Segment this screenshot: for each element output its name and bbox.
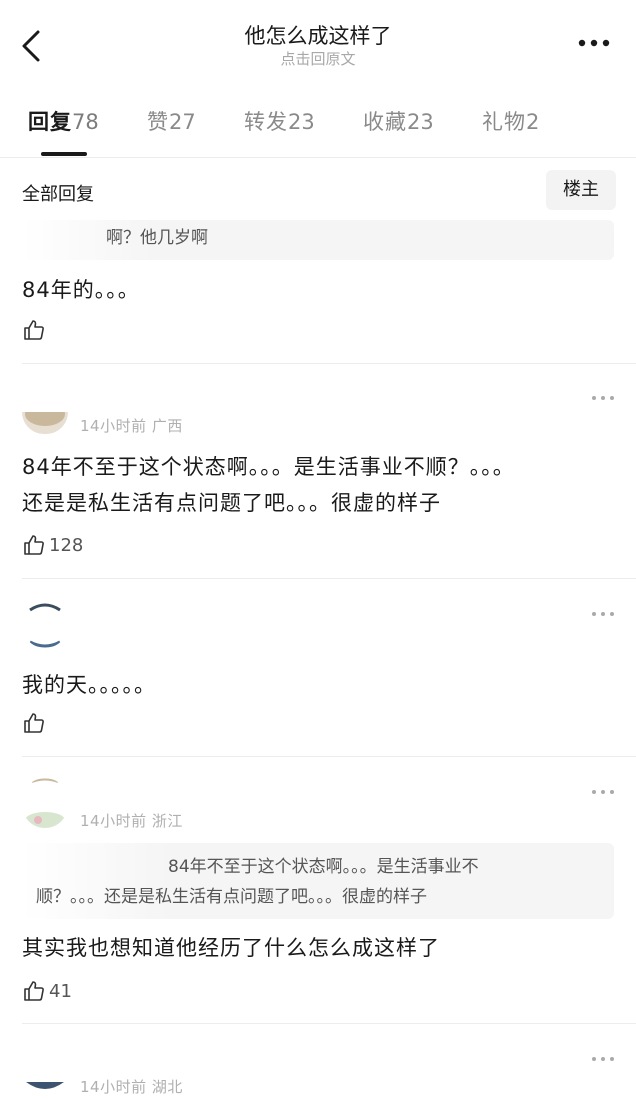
tab-gifts[interactable]: 礼物2 (482, 106, 539, 136)
active-tab-indicator (41, 152, 87, 156)
avatar[interactable] (22, 412, 68, 434)
all-replies-label: 全部回复 (22, 184, 94, 205)
more-options-icon[interactable] (574, 30, 614, 56)
avatar[interactable] (22, 1078, 68, 1096)
comment-more-icon[interactable] (590, 607, 616, 621)
divider (22, 756, 636, 757)
top-bar: 他怎么成这样了 点击回原文 (0, 0, 636, 90)
tab-replies[interactable]: 回复78 (28, 106, 99, 136)
avatar[interactable] (22, 778, 68, 828)
comment-more-icon[interactable] (590, 1052, 616, 1066)
like-count: 128 (49, 534, 84, 556)
comment-text: 我的天。。。。。 (22, 673, 156, 697)
comment-more-icon[interactable] (590, 785, 616, 799)
comment-text-line-2: 还是是私生活有点问题了吧。。。很虚的样子 (22, 491, 441, 515)
comment-meta: 14小时前 湖北 (80, 1078, 183, 1096)
divider (22, 578, 636, 579)
divider (22, 363, 636, 364)
avatar[interactable] (22, 602, 68, 648)
like-count: 41 (49, 980, 72, 1002)
tab-likes[interactable]: 赞27 (147, 106, 196, 136)
comment-more-icon[interactable] (590, 391, 616, 405)
thumbs-up-icon (24, 713, 44, 733)
tab-reposts[interactable]: 转发23 (244, 106, 315, 136)
thumbs-up-icon (24, 320, 44, 340)
comment-meta: 14小时前 广西 (80, 417, 183, 435)
divider (0, 157, 636, 158)
comment-meta: 14小时前 浙江 (80, 812, 183, 830)
like-button[interactable]: 128 (22, 532, 83, 558)
thumbs-up-icon (24, 535, 44, 555)
quoted-reply-line-2: 顺？。。。还是是私生活有点问题了吧。。。很虚的样子 (36, 887, 427, 907)
like-button[interactable] (22, 317, 46, 343)
thumbs-up-icon (24, 981, 44, 1001)
tab-favorites[interactable]: 收藏23 (363, 106, 434, 136)
divider (22, 1023, 636, 1024)
comment-text: 84年的。。。 (22, 278, 140, 302)
post-title: 他怎么成这样了 (244, 24, 392, 48)
comment-text-line-1: 84年不至于这个状态啊。。。是生活事业不顺？。。。 (22, 455, 515, 479)
like-button[interactable]: 41 (22, 978, 72, 1004)
tab-bar: 回复78 赞27 转发23 收藏23 礼物2 (0, 106, 636, 158)
back-to-original-link[interactable]: 点击回原文 (0, 48, 636, 69)
replies-section-header: 全部回复 楼主 (0, 168, 636, 212)
owner-only-button[interactable]: 楼主 (546, 170, 616, 210)
like-button[interactable] (22, 710, 46, 736)
quoted-reply[interactable]: 啊？他几岁啊 (22, 220, 614, 260)
comment-text: 其实我也想知道他经历了什么怎么成这样了 (22, 936, 440, 960)
